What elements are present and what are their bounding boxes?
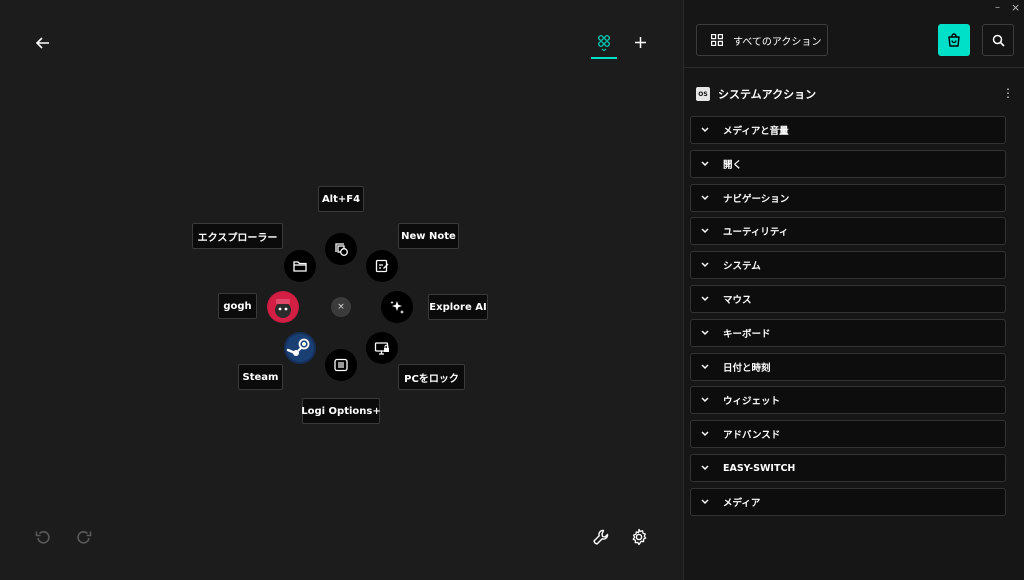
radial-label-pc-lock: PCをロック	[398, 364, 465, 390]
category-row[interactable]: メディアと音量	[690, 116, 1006, 144]
shopping-bag-icon	[948, 33, 960, 47]
radial-item-gogh[interactable]	[267, 291, 299, 323]
category-label: 開く	[723, 159, 743, 171]
chevron-down-icon	[701, 499, 713, 505]
actions-panel: – × すべてのアクション OS システムアクション ⋮ メディアと音量 開くナビ…	[683, 0, 1024, 580]
category-label: メディアと音量	[723, 126, 789, 137]
category-label: マウス	[723, 295, 752, 306]
redo-button[interactable]	[74, 527, 94, 547]
section-title: システムアクション	[718, 88, 817, 101]
radial-item-steam[interactable]	[284, 332, 316, 364]
radial-item-pc-lock[interactable]	[366, 332, 398, 364]
category-label: アドバンスド	[723, 430, 781, 442]
chevron-down-icon	[701, 161, 713, 167]
radial-label-logi-options: Logi Options+	[301, 398, 381, 424]
more-options-icon[interactable]: ⋮	[1002, 86, 1014, 100]
undo-icon	[35, 531, 50, 544]
search-button[interactable]	[982, 24, 1014, 56]
category-row[interactable]: ウィジェット	[690, 386, 1006, 415]
os-badge: OS	[696, 87, 710, 101]
category-row[interactable]: キーボード	[690, 318, 1006, 347]
gear-icon	[632, 528, 647, 546]
radial-label-new-note: New Note	[398, 223, 459, 249]
chevron-down-icon	[701, 262, 713, 268]
radial-label-alt-f4: Alt+F4	[318, 186, 364, 212]
close-window-icon	[335, 243, 348, 256]
category-row[interactable]: 日付と時刻	[690, 352, 1006, 381]
redo-icon	[77, 531, 92, 544]
category-label: ユーティリティ	[723, 227, 789, 239]
edit-note-icon	[375, 259, 389, 273]
category-label: 日付と時刻	[723, 362, 771, 374]
chevron-down-icon	[701, 330, 713, 336]
chevron-down-icon	[701, 397, 713, 403]
plus-icon	[634, 36, 646, 48]
main-canvas: × Alt+F4 New Note Explore AI PCをロック Logi…	[0, 0, 683, 580]
category-row[interactable]: 開く	[690, 149, 1006, 178]
arrow-left-icon	[36, 37, 49, 49]
radial-item-explorer[interactable]	[284, 250, 316, 282]
logi-app-icon	[334, 358, 348, 372]
gogh-app-icon	[268, 292, 298, 322]
grid-icon	[711, 34, 723, 46]
system-actions-header: OS システムアクション ⋮	[696, 86, 1014, 102]
store-button[interactable]	[938, 24, 970, 56]
category-label: メディア	[723, 497, 761, 509]
back-button[interactable]	[32, 33, 54, 53]
radial-label-gogh: gogh	[218, 293, 257, 319]
radial-center-close[interactable]: ×	[331, 297, 351, 317]
tab-radial-layout[interactable]	[591, 30, 617, 56]
category-row[interactable]: EASY-SWITCH	[690, 454, 1006, 482]
folder-icon	[293, 261, 307, 272]
panel-divider	[684, 67, 1024, 68]
chevron-down-icon	[701, 431, 713, 437]
all-actions-label: すべてのアクション	[733, 36, 822, 48]
category-label: ナビゲーション	[723, 193, 790, 205]
radial-item-explore-ai[interactable]	[381, 291, 413, 323]
radial-item-alt-f4[interactable]	[325, 233, 357, 265]
radial-label-explorer: エクスプローラー	[192, 223, 283, 249]
chevron-down-icon	[701, 195, 713, 201]
chevron-down-icon	[701, 465, 713, 471]
chevron-down-icon	[701, 364, 713, 370]
wrench-icon	[593, 529, 609, 545]
category-row[interactable]: メディア	[690, 487, 1006, 516]
category-row[interactable]: ユーティリティ	[690, 217, 1006, 246]
monitor-lock-icon	[374, 342, 389, 355]
settings-button[interactable]	[628, 526, 650, 548]
undo-button[interactable]	[33, 527, 53, 547]
category-label: システム	[723, 261, 761, 273]
category-label: キーボード	[723, 328, 771, 340]
category-row[interactable]: マウス	[690, 285, 1006, 313]
window-close-button[interactable]: ×	[1011, 1, 1020, 14]
steam-icon	[286, 334, 314, 362]
sparkle-icon	[390, 301, 404, 314]
category-row[interactable]: システム	[690, 251, 1006, 280]
search-icon	[992, 34, 1005, 47]
active-tab-indicator	[591, 57, 617, 59]
category-row[interactable]: アドバンスド	[690, 420, 1006, 449]
radial-label-steam: Steam	[238, 364, 283, 390]
radial-item-logi-options[interactable]	[325, 349, 357, 381]
chevron-down-icon	[701, 296, 713, 302]
window-minimize-button[interactable]: –	[995, 2, 1000, 13]
tools-button[interactable]	[590, 526, 612, 548]
chevron-down-icon	[701, 228, 713, 234]
radial-item-new-note[interactable]	[366, 250, 398, 282]
category-label: ウィジェット	[723, 396, 781, 408]
grid-icon	[598, 35, 610, 52]
add-button[interactable]	[630, 32, 650, 52]
chevron-down-icon	[701, 127, 713, 133]
radial-label-explore-ai: Explore AI	[428, 294, 488, 320]
category-row[interactable]: ナビゲーション	[690, 183, 1006, 212]
all-actions-button[interactable]: すべてのアクション	[696, 24, 828, 56]
category-label: EASY-SWITCH	[723, 462, 796, 474]
